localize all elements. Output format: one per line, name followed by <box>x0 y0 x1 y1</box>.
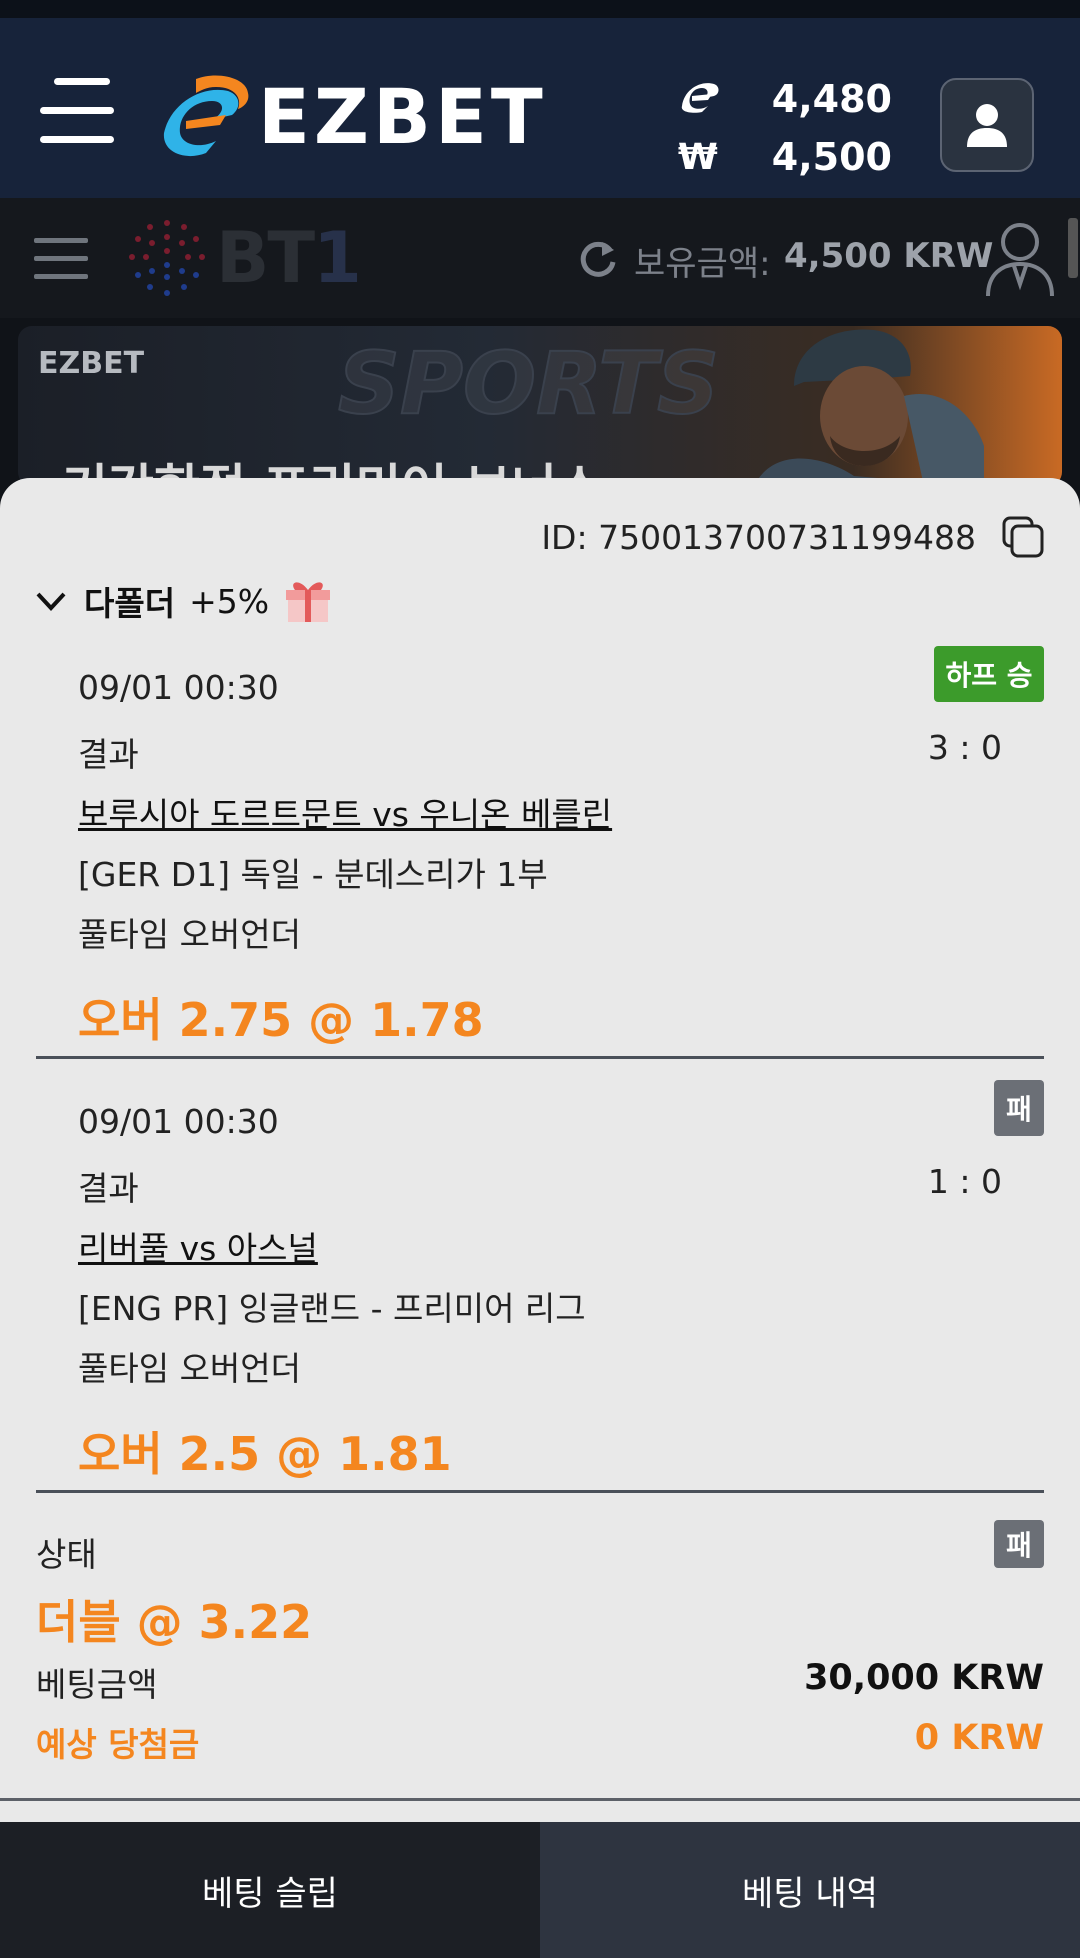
scrollbar[interactable] <box>1068 218 1078 278</box>
brand-logo[interactable]: EZBET <box>156 66 547 166</box>
stake-label: 베팅금액 <box>36 1665 158 1704</box>
bet-datetime: 09/01 00:30 <box>78 1102 279 1141</box>
bet-type: 풀타임 오버언더 <box>78 1349 302 1388</box>
hamburger-menu-icon[interactable] <box>40 78 114 148</box>
banner-logo: EZBET <box>38 346 145 381</box>
points-value: 4,480 <box>771 77 892 121</box>
slip-id: ID: 750013700731199488 <box>541 518 976 557</box>
bet-match-link[interactable]: 보루시아 도르트문트 vs 우니온 베를린 <box>78 788 612 836</box>
divider <box>36 1056 1044 1059</box>
banner-player-image <box>754 329 984 486</box>
stake-value: 30,000 KRW <box>804 1658 1044 1698</box>
bet-score: 1 : 0 <box>927 1162 1002 1201</box>
bt1-logo[interactable]: BT1 <box>124 210 362 306</box>
summary-status-badge: 패 <box>994 1520 1044 1568</box>
gift-icon <box>286 582 331 622</box>
bt1-dots-icon <box>129 220 205 296</box>
ezbet-logo-icon <box>163 75 249 157</box>
refresh-icon[interactable] <box>578 236 618 280</box>
expected-payout-label: 예상 당첨금 <box>36 1725 200 1764</box>
bet-market: 결과 <box>78 1169 139 1208</box>
tab-bet-history[interactable]: 베팅 내역 <box>540 1822 1080 1958</box>
bet-status-badge: 하프 승 <box>934 646 1044 702</box>
profile-button[interactable] <box>940 78 1034 172</box>
banner-watermark: SPORTS <box>337 333 720 435</box>
bet-status-badge: 패 <box>994 1080 1044 1136</box>
bet-score: 3 : 0 <box>927 728 1002 767</box>
user-outline-icon[interactable] <box>984 220 1056 298</box>
points-icon <box>678 76 722 123</box>
bet-pick: 오버 2.75 @ 1.78 <box>78 993 484 1047</box>
bet-league: [ENG PR] 잉글랜드 - 프리미어 리그 <box>78 1289 586 1328</box>
summary-total-odds: 더블 @ 3.22 <box>36 1595 313 1649</box>
bet-match-link[interactable]: 리버풀 vs 아스널 <box>78 1222 318 1270</box>
balance-panel: 4,480 ₩ 4,500 <box>678 70 892 186</box>
bet-detail-sheet: ID: 750013700731199488 다폴더 +5% 09/01 00:… <box>0 478 1080 1822</box>
multi-folder-header[interactable]: 다폴더 +5% <box>34 574 333 628</box>
tab-bet-slip[interactable]: 베팅 슬립 <box>0 1822 540 1958</box>
summary-status-label: 상태 <box>36 1535 97 1574</box>
expected-payout-value: 0 KRW <box>914 1718 1044 1758</box>
bet-datetime: 09/01 00:30 <box>78 668 279 707</box>
won-icon: ₩ <box>678 136 718 178</box>
chevron-down-icon[interactable] <box>34 584 68 618</box>
bet-market: 결과 <box>78 735 139 774</box>
bt1-text: BT1 <box>216 217 362 299</box>
menu-icon[interactable] <box>34 238 88 282</box>
promo-banner[interactable]: EZBET SPORTS 기간한정 프리미어 보너스 <box>18 326 1062 486</box>
top-header: EZBET 4,480 ₩ 4,500 <box>0 0 1080 198</box>
bet-item: 09/01 00:30 하프 승 결과 3 : 0 보루시아 도르트문트 vs … <box>36 646 1044 1060</box>
bet-pick: 오버 2.5 @ 1.81 <box>78 1427 452 1481</box>
won-value: 4,500 <box>771 135 892 179</box>
multi-folder-title: 다폴더 <box>84 584 176 623</box>
bet-type: 풀타임 오버언더 <box>78 915 302 954</box>
bet-league: [GER D1] 독일 - 분데스리가 1부 <box>78 855 548 894</box>
sub-header: BT1 보유금액: 4,500 KRW <box>0 198 1080 318</box>
copy-icon[interactable] <box>1000 514 1046 560</box>
multi-folder-bonus: +5% <box>189 581 270 621</box>
points-balance: 4,480 <box>678 70 892 128</box>
brand-name: EZBET <box>258 71 547 161</box>
divider <box>0 1798 1080 1801</box>
user-icon <box>967 104 1007 147</box>
bottom-tabs: 베팅 슬립 베팅 내역 <box>0 1822 1080 1958</box>
divider <box>36 1490 1044 1493</box>
won-balance: ₩ 4,500 <box>678 128 892 186</box>
hold-amount-value: 4,500 KRW <box>784 236 994 276</box>
hold-amount-label: 보유금액: <box>634 244 771 284</box>
bet-item: 09/01 00:30 패 결과 1 : 0 리버풀 vs 아스널 [ENG P… <box>36 1080 1044 1494</box>
